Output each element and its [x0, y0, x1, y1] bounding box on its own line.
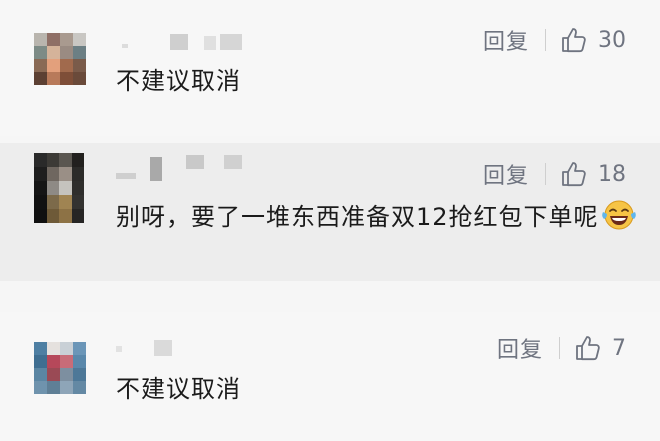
comment-text-block: 别呀，要了一堆东西准备双12抢红包下单呢	[116, 198, 640, 242]
username-blurred[interactable]	[116, 34, 246, 56]
like-count: 7	[612, 335, 626, 361]
comment-text: 不建议取消	[116, 67, 241, 95]
thumbs-up-icon	[562, 162, 586, 187]
divider	[545, 163, 546, 185]
comment-actions: 回复 18	[483, 158, 626, 190]
username-blurred[interactable]	[116, 340, 176, 362]
like-button[interactable]: 7	[574, 334, 626, 362]
comment-actions: 回复 7	[497, 332, 626, 364]
comment-actions: 回复 30	[483, 24, 626, 56]
thumbs-up-icon	[576, 336, 600, 361]
avatar[interactable]	[34, 153, 84, 223]
thumbs-up-icon	[562, 28, 586, 53]
tears-of-joy-emoji	[601, 199, 637, 242]
comment-item: 回复 7 不建议取消	[0, 312, 660, 441]
reply-button[interactable]: 回复	[497, 332, 543, 364]
comment-text: 不建议取消	[116, 375, 241, 403]
divider	[545, 29, 546, 51]
username-blurred[interactable]	[116, 155, 256, 181]
reply-button[interactable]: 回复	[483, 24, 529, 56]
avatar[interactable]	[34, 342, 86, 394]
like-button[interactable]: 18	[560, 160, 626, 188]
like-count: 30	[598, 27, 626, 53]
comment-text: 别呀，要了一堆东西准备双12抢红包下单呢	[116, 203, 599, 231]
like-button[interactable]: 30	[560, 26, 626, 54]
like-count: 18	[598, 161, 626, 187]
reply-button[interactable]: 回复	[483, 158, 529, 190]
divider	[559, 337, 560, 359]
avatar[interactable]	[34, 33, 86, 85]
comment-item: 回复 30 不建议取消	[0, 0, 660, 136]
comment-item-highlighted: 回复 18 别呀，要了一堆东西准备双12抢红包下单呢	[0, 143, 660, 281]
